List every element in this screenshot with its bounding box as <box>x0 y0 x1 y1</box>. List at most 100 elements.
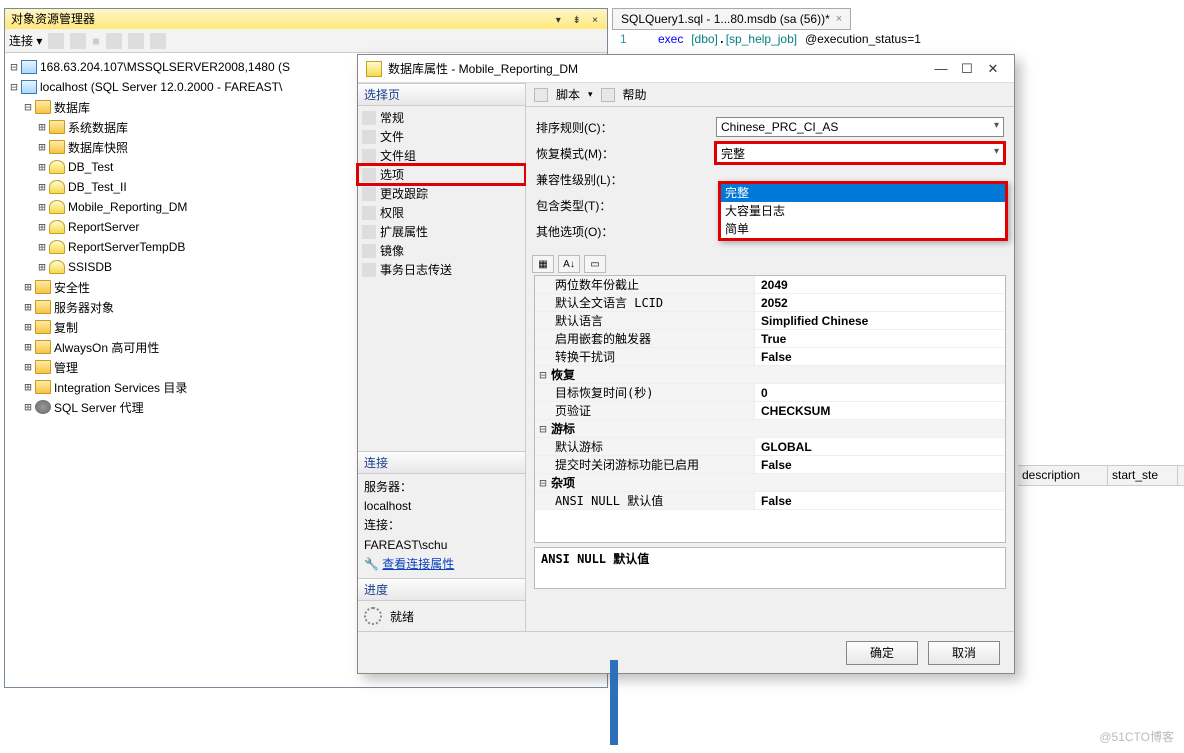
expand-icon[interactable]: ⊞ <box>35 180 49 194</box>
page-item[interactable]: 事务日志传送 <box>358 260 525 279</box>
filter-icon[interactable] <box>106 33 122 49</box>
expand-icon[interactable]: ⊞ <box>21 360 35 374</box>
tree-label: ReportServerTempDB <box>68 240 185 254</box>
expand-icon[interactable]: ⊞ <box>21 380 35 394</box>
page-item[interactable]: 文件组 <box>358 146 525 165</box>
db-icon <box>49 220 65 234</box>
stop-icon[interactable] <box>150 33 166 49</box>
toolbar-icon[interactable] <box>70 33 86 49</box>
expand-icon[interactable]: ⊞ <box>35 220 49 234</box>
page-item[interactable]: 常规 <box>358 108 525 127</box>
tree-label: 复制 <box>54 319 78 336</box>
grid-row[interactable]: 两位数年份截止2049 <box>535 276 1005 294</box>
grid-row[interactable]: 默认全文语言 LCID2052 <box>535 294 1005 312</box>
dropdown-option[interactable]: 简单 <box>721 220 1005 238</box>
dialog-title-bar[interactable]: 数据库属性 - Mobile_Reporting_DM — ☐ ✕ <box>358 55 1014 83</box>
connection-info: 服务器： localhost 连接： FAREAST\schu 🔧 查看连接属性 <box>358 474 525 578</box>
tree-label: localhost (SQL Server 12.0.2000 - FAREAS… <box>40 80 282 94</box>
minimize-button[interactable]: — <box>928 56 954 82</box>
alphabetical-button[interactable]: A↓ <box>558 255 580 273</box>
toolbar-icon[interactable] <box>48 33 64 49</box>
grid-button[interactable]: ▭ <box>584 255 606 273</box>
grid-row[interactable]: 页验证CHECKSUM <box>535 402 1005 420</box>
panel-pin-icon[interactable]: ⇟ <box>571 15 583 27</box>
folder-icon <box>35 320 51 334</box>
tab-title: SQLQuery1.sql - 1...80.msdb (sa (56))* <box>621 10 830 28</box>
categorized-button[interactable]: ▦ <box>532 255 554 273</box>
script-icon[interactable] <box>534 88 548 102</box>
expand-icon[interactable]: ⊟ <box>7 60 21 74</box>
page-item[interactable]: 文件 <box>358 127 525 146</box>
grid-category[interactable]: ⊟杂项 <box>535 474 1005 492</box>
panel-menu-icon[interactable]: ▾ <box>552 15 564 27</box>
database-icon <box>366 61 382 77</box>
grid-row[interactable]: 提交时关闭游标功能已启用False <box>535 456 1005 474</box>
expand-icon[interactable]: ⊞ <box>35 120 49 134</box>
page-icon <box>362 244 376 258</box>
cancel-button[interactable]: 取消 <box>928 641 1000 665</box>
db-icon <box>49 260 65 274</box>
grid-row[interactable]: 默认游标GLOBAL <box>535 438 1005 456</box>
dropdown-option[interactable]: 完整 <box>721 184 1005 202</box>
divider-bar <box>610 660 618 745</box>
expand-icon[interactable]: ⊟ <box>7 80 21 94</box>
collation-combo[interactable]: Chinese_PRC_CI_AS <box>716 117 1004 137</box>
folder-icon <box>35 280 51 294</box>
expand-icon[interactable]: ⊞ <box>21 320 35 334</box>
view-connection-link[interactable]: 查看连接属性 <box>382 557 454 571</box>
expand-icon[interactable]: ⊟ <box>21 100 35 114</box>
recovery-label: 恢复模式(M)： <box>536 145 716 162</box>
expand-icon[interactable]: ⊞ <box>35 140 49 154</box>
close-button[interactable]: ✕ <box>980 56 1006 82</box>
property-description: ANSI NULL 默认值 <box>534 547 1006 589</box>
script-label[interactable]: 脚本 <box>556 86 580 103</box>
page-item[interactable]: 扩展属性 <box>358 222 525 241</box>
tree-label: 系统数据库 <box>68 119 128 136</box>
grid-category[interactable]: ⊟恢复 <box>535 366 1005 384</box>
recovery-dropdown-list[interactable]: 完整大容量日志简单 <box>718 181 1008 241</box>
tree-label: 安全性 <box>54 279 90 296</box>
expand-icon[interactable]: ⊞ <box>35 160 49 174</box>
column-header[interactable]: description <box>1018 466 1108 485</box>
expand-icon[interactable]: ⊞ <box>21 400 35 414</box>
grid-toolbar: ▦ A↓ ▭ <box>526 253 1014 275</box>
ok-button[interactable]: 确定 <box>846 641 918 665</box>
tab-close-icon[interactable]: × <box>836 10 842 28</box>
recovery-combo[interactable]: 完整 <box>716 143 1004 163</box>
grid-category[interactable]: ⊟游标 <box>535 420 1005 438</box>
property-grid[interactable]: 两位数年份截止2049默认全文语言 LCID2052默认语言Simplified… <box>534 275 1006 543</box>
results-grid[interactable]: description start_ste <box>1018 465 1184 515</box>
panel-close-icon[interactable]: × <box>589 15 601 27</box>
db-icon <box>49 200 65 214</box>
containment-label: 包含类型(T)： <box>536 197 716 214</box>
tree-label: ReportServer <box>68 220 139 234</box>
expand-icon[interactable]: ⊞ <box>21 300 35 314</box>
sql-query-tab[interactable]: SQLQuery1.sql - 1...80.msdb (sa (56))* × <box>612 8 851 30</box>
folder-icon <box>35 360 51 374</box>
page-item[interactable]: 更改跟踪 <box>358 184 525 203</box>
maximize-button[interactable]: ☐ <box>954 56 980 82</box>
progress-row: 就绪 <box>358 601 525 631</box>
page-item[interactable]: 选项 <box>358 165 525 184</box>
expand-icon[interactable]: ⊞ <box>21 280 35 294</box>
dropdown-option[interactable]: 大容量日志 <box>721 202 1005 220</box>
expand-icon[interactable]: ⊞ <box>35 260 49 274</box>
compat-label: 兼容性级别(L)： <box>536 171 716 188</box>
collation-label: 排序规则(C)： <box>536 119 716 136</box>
expand-icon[interactable]: ⊞ <box>21 340 35 354</box>
grid-row[interactable]: 目标恢复时间(秒)0 <box>535 384 1005 402</box>
help-icon[interactable] <box>601 88 615 102</box>
page-item[interactable]: 镜像 <box>358 241 525 260</box>
expand-icon[interactable]: ⊞ <box>35 240 49 254</box>
grid-row[interactable]: 转换干扰词False <box>535 348 1005 366</box>
grid-row[interactable]: ANSI NULL 默认值False <box>535 492 1005 510</box>
expand-icon[interactable]: ⊞ <box>35 200 49 214</box>
column-header[interactable]: start_ste <box>1108 466 1178 485</box>
grid-row[interactable]: 默认语言Simplified Chinese <box>535 312 1005 330</box>
help-label[interactable]: 帮助 <box>623 86 647 103</box>
refresh-icon[interactable] <box>128 33 144 49</box>
connect-dropdown[interactable]: 连接 ▾ <box>9 32 42 49</box>
page-icon <box>362 225 376 239</box>
page-item[interactable]: 权限 <box>358 203 525 222</box>
grid-row[interactable]: 启用嵌套的触发器True <box>535 330 1005 348</box>
